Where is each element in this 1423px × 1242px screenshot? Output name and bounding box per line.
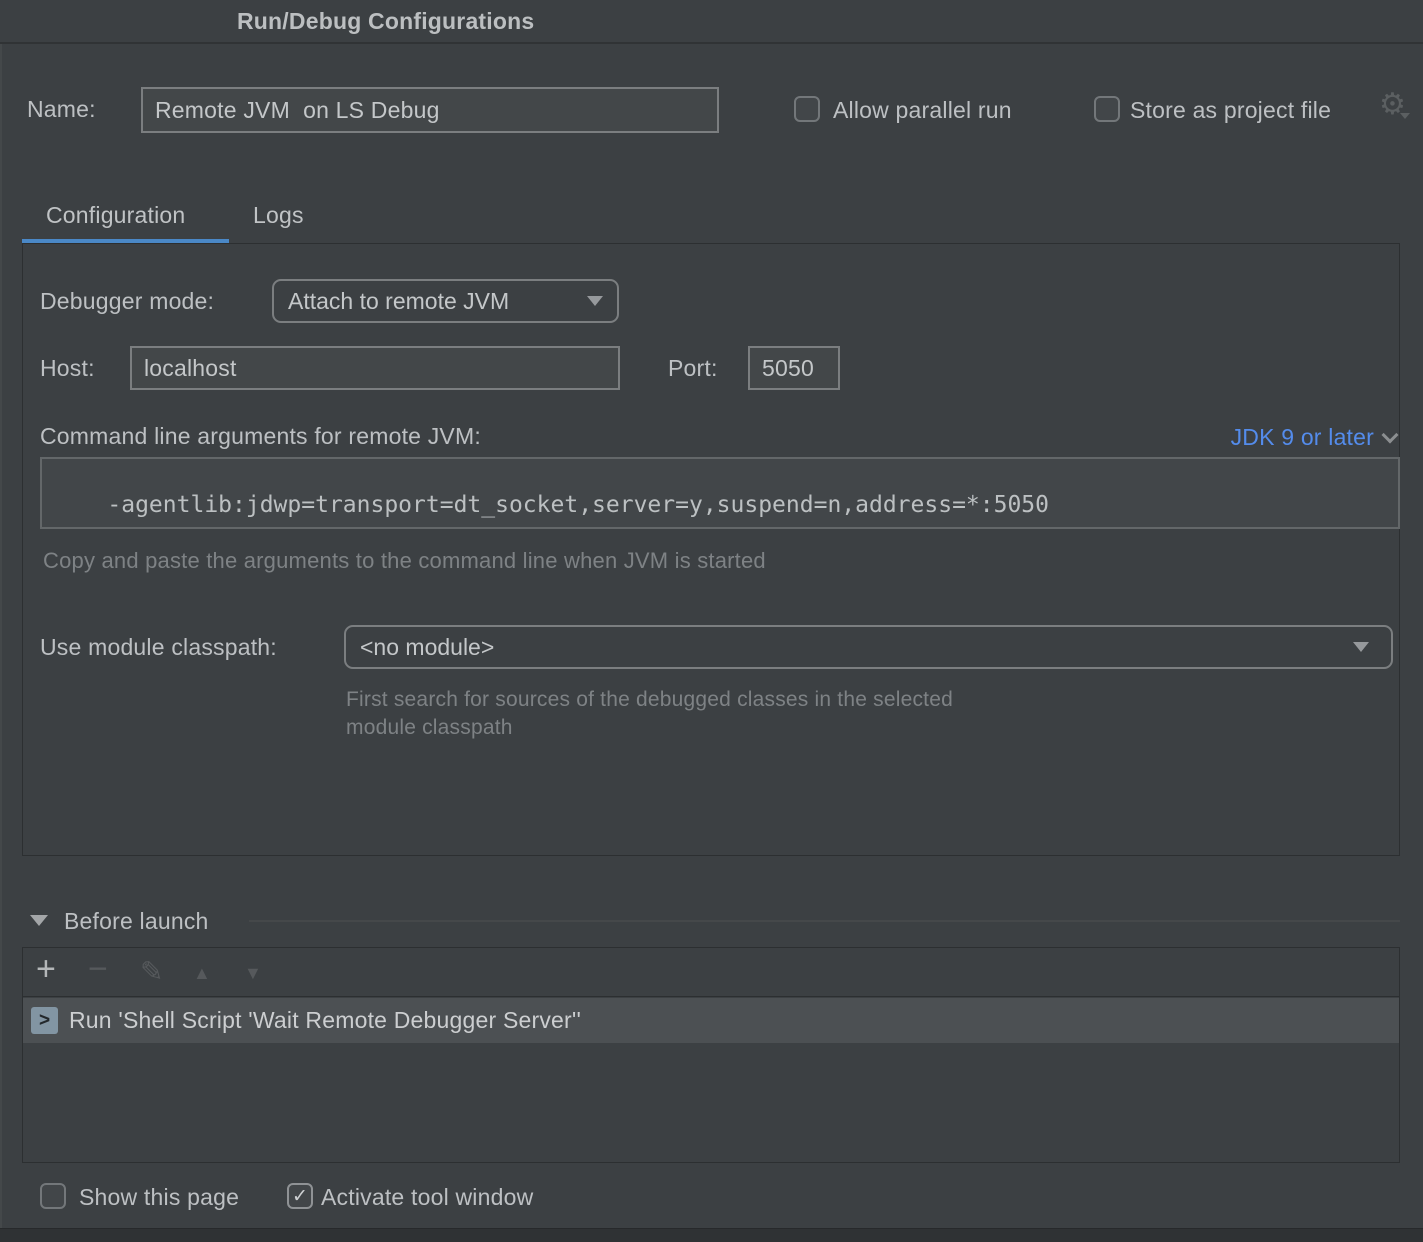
edit-pencil-icon[interactable]: ✎	[140, 958, 163, 986]
module-classpath-help: First search for sources of the debugged…	[346, 686, 953, 742]
store-as-project-file-checkbox[interactable]	[1094, 96, 1120, 122]
before-launch-task-label: Run 'Shell Script 'Wait Remote Debugger …	[69, 1007, 581, 1034]
left-divider	[0, 44, 2, 1242]
show-this-page-checkbox[interactable]	[40, 1183, 66, 1209]
store-as-project-file-label: Store as project file	[1130, 97, 1331, 124]
name-input[interactable]	[141, 87, 719, 133]
debugger-mode-label: Debugger mode:	[40, 288, 214, 315]
before-launch-title: Before launch	[64, 908, 209, 935]
move-up-icon[interactable]: ▲	[193, 964, 211, 982]
before-launch-task-row[interactable]: > Run 'Shell Script 'Wait Remote Debugge…	[23, 998, 1399, 1043]
move-down-icon[interactable]: ▼	[244, 964, 262, 982]
debugger-mode-value: Attach to remote JVM	[288, 288, 509, 315]
dropdown-arrow-icon	[1353, 642, 1369, 652]
jdk-version-selector[interactable]: JDK 9 or later	[1231, 424, 1396, 451]
cmdline-hint: Copy and paste the arguments to the comm…	[43, 548, 766, 574]
before-launch-collapse-icon[interactable]	[30, 915, 48, 926]
port-input[interactable]	[748, 346, 840, 390]
cmdline-arguments-value: -agentlib:jdwp=transport=dt_socket,serve…	[107, 492, 1049, 518]
check-icon: ✓	[292, 1187, 308, 1206]
footer-divider	[0, 1228, 1423, 1242]
tab-configuration[interactable]: Configuration	[46, 202, 185, 229]
dialog-title: Run/Debug Configurations	[237, 8, 534, 35]
module-classpath-value: <no module>	[360, 634, 494, 661]
allow-parallel-run-label: Allow parallel run	[833, 97, 1012, 124]
port-label: Port:	[668, 355, 718, 382]
activate-tool-window-label: Activate tool window	[321, 1184, 533, 1211]
gear-icon[interactable]: ⚙	[1379, 90, 1406, 120]
host-input[interactable]	[130, 346, 620, 390]
add-icon[interactable]: +	[36, 952, 56, 986]
tab-logs[interactable]: Logs	[253, 202, 304, 229]
dropdown-arrow-icon	[587, 296, 603, 306]
activate-tool-window-checkbox[interactable]: ✓	[287, 1183, 313, 1209]
before-launch-separator	[249, 920, 1400, 922]
before-launch-panel	[22, 947, 1400, 1163]
cmdline-arguments-field[interactable]: -agentlib:jdwp=transport=dt_socket,serve…	[40, 457, 1400, 529]
jdk-version-link[interactable]: JDK 9 or later	[1231, 424, 1374, 451]
cmdline-label: Command line arguments for remote JVM:	[40, 423, 481, 450]
titlebar: Run/Debug Configurations	[0, 0, 1423, 44]
chevron-down-icon	[1382, 427, 1399, 444]
debugger-mode-dropdown[interactable]: Attach to remote JVM	[272, 279, 619, 323]
module-classpath-dropdown[interactable]: <no module>	[344, 625, 1393, 669]
module-classpath-label: Use module classpath:	[40, 634, 277, 661]
shell-script-run-icon: >	[31, 1007, 58, 1034]
show-this-page-label: Show this page	[79, 1184, 239, 1211]
run-debug-configurations-dialog: Run/Debug Configurations Name: Allow par…	[0, 0, 1423, 1242]
toolbar-separator	[23, 996, 1399, 997]
allow-parallel-run-checkbox[interactable]	[794, 96, 820, 122]
host-label: Host:	[40, 355, 95, 382]
gear-dropdown-arrow-icon	[1400, 113, 1410, 119]
name-label: Name:	[27, 96, 96, 123]
remove-icon[interactable]: −	[88, 952, 108, 986]
